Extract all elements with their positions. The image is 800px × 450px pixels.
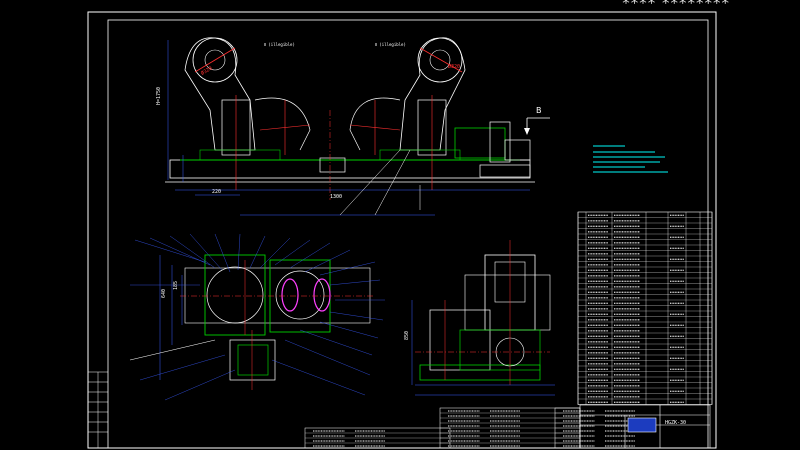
view-arrow-b <box>524 117 550 135</box>
section-height-label: 640 <box>161 289 167 298</box>
drawing-number: HGZK-30 <box>665 420 686 426</box>
cad-canvas: Ø320 Ø320 H=1750 1300 220 Ⅱ (illegible) … <box>87 11 717 449</box>
section-view <box>129 233 385 401</box>
technical-notes <box>593 145 668 173</box>
title-block <box>579 404 711 449</box>
side-height-label: 850 <box>404 331 410 340</box>
note-label-right: Ⅱ (illegible) <box>375 42 406 47</box>
diameter-label-right: Ø320 <box>448 63 460 70</box>
diameter-label-left: Ø320 <box>200 65 214 77</box>
side-view <box>411 240 555 396</box>
view-marker-b: B <box>536 106 542 115</box>
width-dim-label: 1300 <box>330 194 342 200</box>
left-margin-strip <box>88 371 108 448</box>
bottom-parts-list <box>304 407 635 449</box>
height-dim-label: H=1750 <box>156 87 162 105</box>
offset-dim-label: 220 <box>212 189 221 195</box>
parts-list-table <box>577 211 713 405</box>
note-label-left: Ⅱ (illegible) <box>264 42 295 47</box>
section-inner-height-label: 185 <box>173 281 179 290</box>
